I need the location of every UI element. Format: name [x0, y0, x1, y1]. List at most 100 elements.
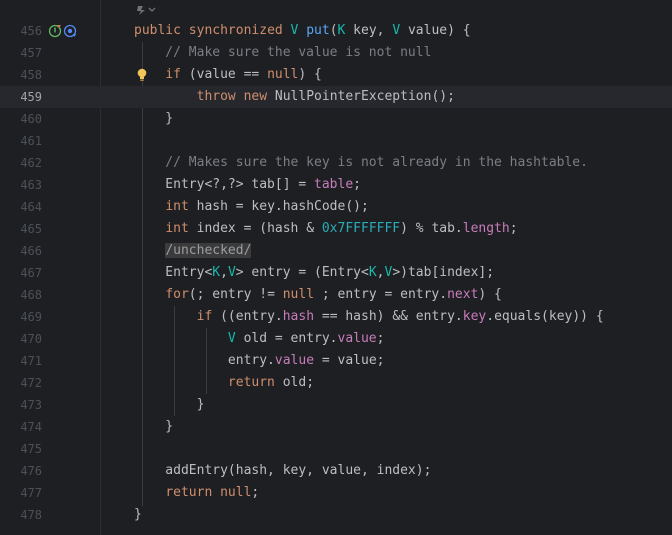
gutter-row: 461: [0, 130, 100, 152]
code-text: ) {: [478, 287, 502, 302]
keyword: synchronized: [188, 23, 283, 38]
field: hash: [282, 309, 315, 324]
code-text: }: [134, 419, 174, 434]
line-number: 459: [20, 90, 42, 104]
line-number: 458: [20, 68, 42, 82]
code-line[interactable]: }: [100, 394, 672, 416]
code-text: .equals(key)) {: [486, 309, 604, 324]
code-line[interactable]: return null;: [100, 482, 672, 504]
field: key: [462, 309, 487, 324]
type-parameter: V: [227, 331, 236, 346]
gutter-row: 456: [0, 20, 100, 42]
gutter-row: 473: [0, 394, 100, 416]
override-method-icon[interactable]: [63, 24, 77, 38]
keyword: return: [227, 375, 275, 390]
gutter-row: 464: [0, 196, 100, 218]
gutter-row: 471: [0, 350, 100, 372]
gutter-row: 470: [0, 328, 100, 350]
code-text: > entry = (Entry<: [235, 265, 369, 280]
code-line[interactable]: }: [100, 416, 672, 438]
line-number: 469: [20, 310, 42, 324]
gutter-row-current: 459: [0, 86, 100, 108]
line-number: 472: [20, 376, 42, 390]
code-line[interactable]: if ((entry.hash == hash) && entry.key.eq…: [100, 306, 672, 328]
code-line[interactable]: Entry<K,V> entry = (Entry<K,V>)tab[index…: [100, 262, 672, 284]
code-line[interactable]: // Makes sure the key is not already in …: [100, 152, 672, 174]
code-line[interactable]: int index = (hash & 0x7FFFFFFF) % tab.le…: [100, 218, 672, 240]
keyword: public: [134, 23, 181, 38]
type-parameter: V: [227, 265, 236, 280]
line-number: 471: [20, 354, 42, 368]
code-text: == hash) && entry.: [314, 309, 463, 324]
line-number: 463: [20, 178, 42, 192]
keyword: null: [282, 287, 315, 302]
code-text: ((entry.: [212, 309, 283, 324]
code-line[interactable]: /unchecked/: [100, 240, 672, 262]
code-line[interactable]: int hash = key.hashCode();: [100, 196, 672, 218]
code-text: }: [134, 397, 205, 412]
line-number: 477: [20, 486, 42, 500]
gutter-row: 460: [0, 108, 100, 130]
code-editor[interactable]: public synchronized V put(K key, V value…: [100, 0, 672, 535]
line-number: 475: [20, 442, 42, 456]
gutter-row: 458: [0, 64, 100, 86]
field: table: [314, 177, 354, 192]
keyword: throw: [196, 89, 236, 104]
gutter-row: 467: [0, 262, 100, 284]
code-text: (: [329, 23, 338, 38]
comment: // Make sure the value is not null: [134, 45, 432, 60]
code-line[interactable]: return old;: [100, 372, 672, 394]
code-text: ) {: [298, 67, 322, 82]
gutter-row: 472: [0, 372, 100, 394]
keyword: null: [220, 485, 252, 500]
code-line[interactable]: V old = entry.value;: [100, 328, 672, 350]
comment: // Makes sure the key is not already in …: [134, 155, 588, 170]
code-line[interactable]: for(; entry != null ; entry = entry.next…: [100, 284, 672, 306]
code-line[interactable]: entry.value = value;: [100, 350, 672, 372]
keyword: int: [165, 199, 189, 214]
code-line[interactable]: if (value == null) {: [100, 64, 672, 86]
keyword: int: [165, 221, 189, 236]
code-vision-hint-icon[interactable]: [136, 4, 158, 16]
implements-method-icon[interactable]: [48, 24, 62, 38]
code-line[interactable]: }: [100, 504, 672, 526]
field: length: [462, 221, 510, 236]
code-text: Entry<: [134, 265, 213, 280]
gutter-row: 466: [0, 240, 100, 262]
line-number: 478: [20, 508, 42, 522]
code-line[interactable]: [100, 130, 672, 152]
code-text: (value ==: [180, 67, 268, 82]
type-parameter: K: [212, 265, 221, 280]
code-line[interactable]: }: [100, 108, 672, 130]
code-line-current[interactable]: throw new NullPointerException();: [100, 86, 672, 108]
field: value: [274, 353, 315, 368]
line-number: 464: [20, 200, 42, 214]
code-text: hash = key.hashCode();: [188, 199, 369, 214]
code-line[interactable]: addEntry(hash, key, value, index);: [100, 460, 672, 482]
code-text: Entry<?,?> tab[] =: [134, 177, 315, 192]
gutter-row: 474: [0, 416, 100, 438]
code-line[interactable]: public synchronized V put(K key, V value…: [100, 20, 672, 42]
gutter-row: 468: [0, 284, 100, 306]
line-number: 470: [20, 332, 42, 346]
code-text: old;: [274, 375, 315, 390]
code-text: }: [134, 507, 142, 522]
keyword: if: [196, 309, 213, 324]
gutter-row: 476: [0, 460, 100, 482]
code-text: value) {: [400, 23, 471, 38]
keyword: new: [243, 89, 268, 104]
code-line[interactable]: // Make sure the value is not null: [100, 42, 672, 64]
line-number: 476: [20, 464, 42, 478]
code-line[interactable]: Entry<?,?> tab[] = table;: [100, 174, 672, 196]
code-line[interactable]: [100, 438, 672, 460]
code-text: old = entry.: [235, 331, 338, 346]
field: next: [447, 287, 479, 302]
